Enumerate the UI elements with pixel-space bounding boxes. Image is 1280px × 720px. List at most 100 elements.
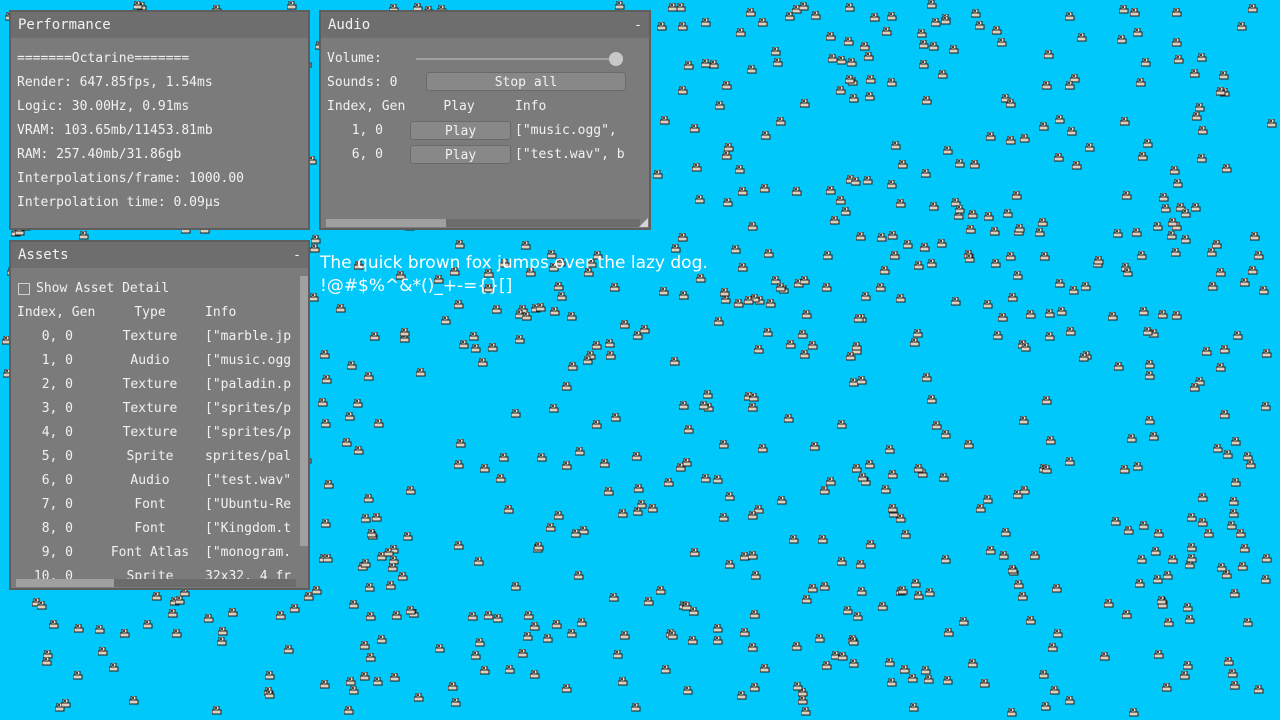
sprite xyxy=(1202,347,1212,356)
sprite xyxy=(750,610,760,619)
asset-row-index: 4, 0 xyxy=(41,425,73,440)
sprite xyxy=(1163,571,1173,580)
show-asset-detail-label[interactable]: Show Asset Detail xyxy=(36,280,169,298)
show-asset-detail-checkbox[interactable] xyxy=(18,283,30,295)
sprite xyxy=(760,664,770,673)
sprite xyxy=(657,22,667,31)
sprite xyxy=(738,263,748,272)
sprite xyxy=(552,620,562,629)
sprite xyxy=(826,32,836,41)
play-button[interactable]: Play xyxy=(410,121,511,140)
asset-row-type: Sprite xyxy=(126,449,174,464)
assets-title-bar[interactable]: Assets - xyxy=(11,242,308,268)
sprite xyxy=(1230,681,1240,690)
sprite xyxy=(714,317,724,326)
sprite xyxy=(530,670,540,679)
sprite xyxy=(1039,670,1049,679)
sprite xyxy=(876,283,886,292)
sprite xyxy=(802,310,812,319)
sprite xyxy=(583,356,593,365)
sprite xyxy=(546,523,556,532)
volume-slider-knob[interactable] xyxy=(609,52,623,66)
sprite xyxy=(746,8,756,17)
sprite xyxy=(1050,686,1060,695)
sprite xyxy=(684,61,694,70)
asset-row-type: Texture xyxy=(122,329,178,344)
sprite xyxy=(346,677,356,686)
sprite xyxy=(320,350,330,359)
sprite xyxy=(1094,256,1104,265)
audio-title-bar[interactable]: Audio - xyxy=(321,12,649,38)
sprite xyxy=(849,659,859,668)
sprite xyxy=(374,419,384,428)
assets-horizontal-scroll-thumb[interactable] xyxy=(16,579,114,587)
sprite xyxy=(811,11,821,20)
sprite xyxy=(938,70,948,79)
asset-row-type: Font xyxy=(134,521,166,536)
sprite xyxy=(290,604,300,613)
sprite xyxy=(1139,521,1149,530)
stop-all-button[interactable]: Stop all xyxy=(426,72,626,91)
sprite xyxy=(784,414,794,423)
audio-row-index: 6, 0 xyxy=(351,147,383,162)
sprite xyxy=(943,676,953,685)
sprite xyxy=(480,666,490,675)
sprite xyxy=(856,560,866,569)
sprite xyxy=(1079,353,1089,362)
sprite xyxy=(349,600,359,609)
sprite xyxy=(818,535,828,544)
sprite xyxy=(990,227,1000,236)
sprite xyxy=(679,401,689,410)
sprite xyxy=(1174,55,1184,64)
sprite xyxy=(820,486,830,495)
sprite xyxy=(847,58,857,67)
sprite xyxy=(1171,248,1181,257)
play-button[interactable]: Play xyxy=(410,145,511,164)
sprite xyxy=(1151,547,1161,556)
sprite xyxy=(1143,327,1153,336)
sprite xyxy=(792,642,802,651)
sprite xyxy=(1012,191,1022,200)
sprite xyxy=(735,165,745,174)
sprite xyxy=(537,453,547,462)
sprite xyxy=(997,38,1007,47)
sprite xyxy=(1129,708,1139,717)
sprite xyxy=(511,409,521,418)
asset-row-info: ["marble.jp xyxy=(205,329,292,344)
game-scene: The quick brown fox jumps over the lazy … xyxy=(0,0,1280,720)
sprite xyxy=(1066,327,1076,336)
sprite xyxy=(406,486,416,495)
sprite xyxy=(1007,708,1017,717)
sprite xyxy=(863,176,873,185)
sprite xyxy=(808,584,818,593)
sprite xyxy=(971,9,981,18)
sprite xyxy=(1013,271,1023,280)
sprite xyxy=(492,305,502,314)
sprite xyxy=(980,679,990,688)
volume-slider-track[interactable] xyxy=(416,58,622,60)
sprite xyxy=(522,312,532,321)
sprite xyxy=(754,345,764,354)
audio-collapse-button[interactable]: - xyxy=(634,18,642,33)
sprite xyxy=(913,329,923,338)
sprite xyxy=(1220,345,1230,354)
assets-collapse-button[interactable]: - xyxy=(293,248,301,263)
sprite xyxy=(964,440,974,449)
sprite xyxy=(1207,248,1217,257)
sprite xyxy=(1159,193,1169,202)
sprite xyxy=(723,198,733,207)
sprite xyxy=(568,362,578,371)
sprite xyxy=(1267,119,1277,128)
sprite xyxy=(61,699,71,708)
assets-vertical-scroll-thumb[interactable] xyxy=(300,276,308,546)
audio-horizontal-scroll-thumb[interactable] xyxy=(326,219,446,227)
sprite xyxy=(550,307,560,316)
audio-resize-grip[interactable] xyxy=(639,218,648,227)
sprite xyxy=(644,597,654,606)
sprite xyxy=(761,131,771,140)
sprite xyxy=(776,117,786,126)
sprite xyxy=(1100,652,1110,661)
sprite xyxy=(854,314,864,323)
sprite xyxy=(312,586,322,595)
performance-title-bar[interactable]: Performance xyxy=(11,12,308,38)
